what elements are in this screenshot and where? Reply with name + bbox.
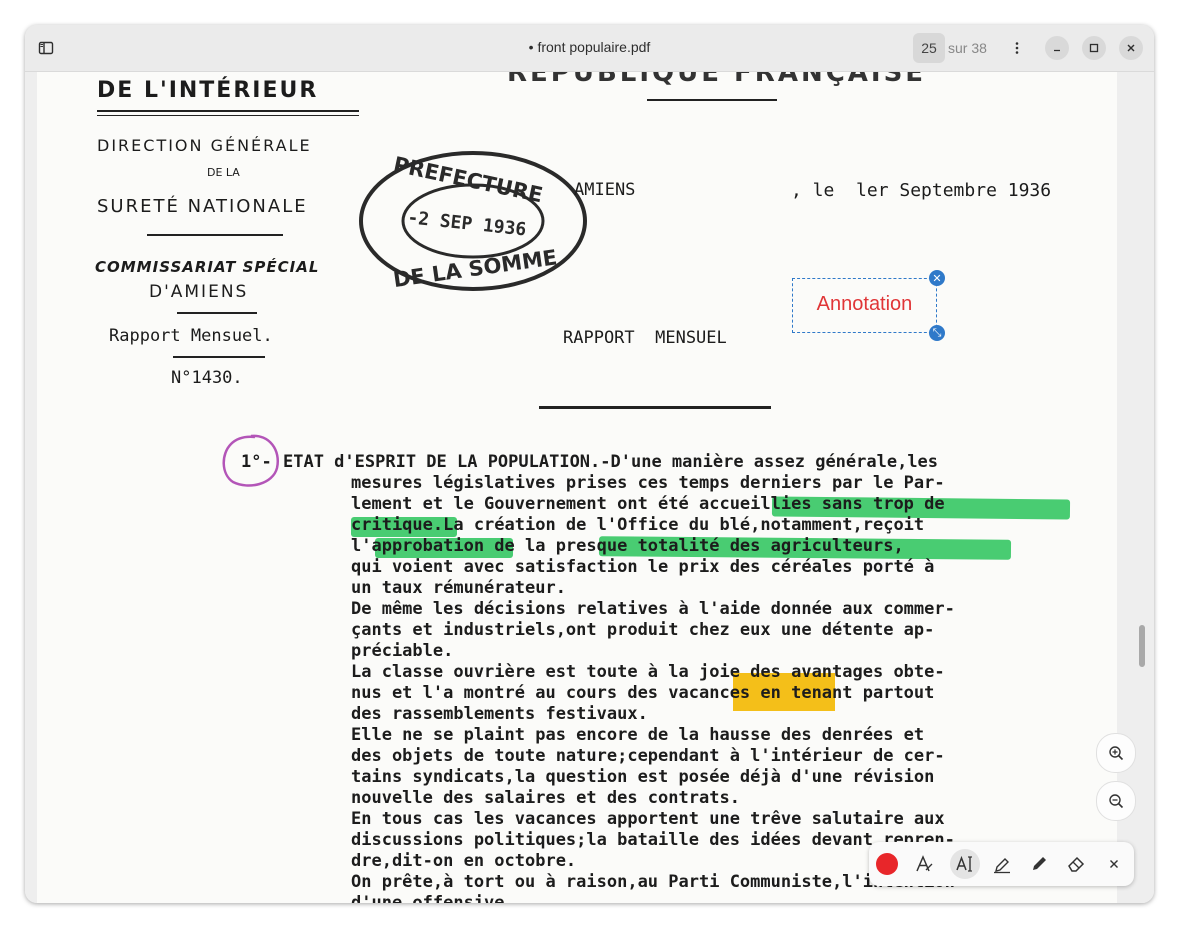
body-line: d'une offensive (351, 893, 505, 903)
prefecture-stamp: PREFECTURE -2 SEP 1936 DE LA SOMME (359, 151, 587, 292)
body-line: On prête,à tort ou à raison,au Parti Com… (351, 872, 955, 892)
place-label: AMIENS (574, 180, 636, 200)
maximize-icon (1089, 43, 1099, 53)
pen-icon (1033, 857, 1046, 870)
body-line: La classe ouvrière est toute à la joie d… (351, 662, 945, 682)
highlight-icon (994, 858, 1010, 874)
zoom-in-button[interactable] (1096, 733, 1136, 773)
current-page-input[interactable]: 25 (913, 33, 945, 63)
eraser-icon (1068, 856, 1085, 872)
text-select-icon (956, 855, 972, 872)
body-line: mesures législatives prises ces temps de… (351, 473, 945, 493)
city-rule (177, 312, 257, 314)
body-line: nouvelle des salaires et des contrats. (351, 788, 740, 808)
surete-rule (147, 234, 283, 236)
report-type-rule (173, 356, 265, 358)
main-menu-button[interactable] (1005, 36, 1029, 60)
title-bar: • front populaire.pdf 25 sur 38 (25, 25, 1154, 72)
city-label: D'AMIENS (149, 282, 249, 302)
body-line: un taux rémunérateur. (351, 578, 566, 598)
ministry-underline-2 (97, 115, 359, 116)
text-style-button[interactable] (909, 849, 939, 879)
highlight-tool-button[interactable] (987, 849, 1017, 879)
pdf-viewer-window: • front populaire.pdf 25 sur 38 RÉPUBLIQ… (25, 25, 1154, 903)
ministry-heading: DE L'INTÉRIEUR (97, 78, 319, 103)
body-line: En tous cas les vacances apportent une t… (351, 809, 945, 829)
zoom-out-button[interactable] (1096, 781, 1136, 821)
resize-annotation-handle[interactable]: ⤡ (929, 325, 945, 341)
direction-label: DIRECTION GÉNÉRALE (97, 136, 312, 155)
close-toolbar-button[interactable] (1099, 849, 1129, 879)
pdf-page: RÉPUBLIQUE FRANÇAISE DE L'INTÉRIEUR DIRE… (37, 72, 1117, 903)
body-line: De même les décisions relatives à l'aide… (351, 599, 955, 619)
report-number-label: N°1430. (171, 368, 243, 388)
report-title: RAPPORT MENSUEL (563, 328, 727, 348)
eraser-tool-button[interactable] (1061, 849, 1091, 879)
republic-header: RÉPUBLIQUE FRANÇAISE (507, 72, 927, 88)
kebab-menu-icon (1015, 42, 1019, 54)
stamp-bottom-text: DE LA SOMME (392, 245, 559, 292)
de-la-label: DE LA (207, 166, 240, 179)
annotation-text[interactable]: Annotation (793, 293, 936, 316)
zoom-in-icon (1109, 746, 1124, 761)
body-line: lement et le Gouvernement ont été accuei… (351, 494, 945, 514)
ministry-underline (97, 110, 359, 112)
body-line: dre,dit-on en octobre. (351, 851, 577, 871)
body-line: qui voient avec satisfaction le prix des… (351, 557, 935, 577)
section-number: 1°- (241, 452, 272, 472)
resize-icon: ⤡ (932, 326, 942, 339)
body-line: nus et l'a montré au cours des vacances … (351, 683, 935, 703)
body-line: çants et industriels,ont produit chez eu… (351, 620, 935, 640)
color-swatch (876, 853, 898, 875)
zoom-out-icon (1109, 794, 1124, 809)
header-rule (647, 99, 777, 101)
body-line: ETAT d'ESPRIT DE LA POPULATION.-D'une ma… (283, 452, 939, 472)
body-line: discussions politiques;la bataille des i… (351, 830, 955, 850)
text-select-button[interactable] (950, 849, 980, 879)
delete-annotation-button[interactable]: ✕ (929, 270, 945, 286)
close-window-button[interactable] (1119, 36, 1143, 60)
page-total-label: sur 38 (948, 40, 987, 56)
text-annotation-box[interactable]: Annotation ✕ ⤡ (792, 270, 945, 341)
surete-label: SURETÉ NATIONALE (97, 196, 308, 217)
close-icon: ✕ (932, 271, 942, 285)
text-style-icon (916, 855, 933, 872)
maximize-button[interactable] (1082, 36, 1106, 60)
document-viewport[interactable]: RÉPUBLIQUE FRANÇAISE DE L'INTÉRIEUR DIRE… (25, 72, 1154, 903)
title-rule (539, 406, 771, 409)
date-line: , le ler Septembre 1936 (791, 180, 1052, 201)
close-icon (1127, 44, 1135, 52)
stamp-date-text: -2 SEP 1936 (406, 207, 527, 240)
close-icon (1110, 860, 1118, 868)
body-line: l'approbation de la presque totalité des… (351, 536, 904, 556)
commissariat-label: COMMISSARIAT SPÉCIAL (95, 258, 320, 276)
body-line: préciable. (351, 641, 454, 661)
minimize-icon (1054, 49, 1060, 52)
body-line: tains syndicats,la question est posée dé… (351, 767, 935, 787)
body-line: critique.La création de l'Office du blé,… (351, 515, 925, 535)
report-type-label: Rapport Mensuel. (109, 326, 273, 346)
pen-tool-button[interactable] (1024, 849, 1054, 879)
minimize-button[interactable] (1045, 36, 1069, 60)
vertical-scrollbar[interactable] (1139, 625, 1145, 667)
annotation-toolbar (869, 842, 1134, 886)
body-line: Elle ne se plaint pas encore de la hauss… (351, 725, 925, 745)
body-line: des rassemblements festivaux. (351, 704, 648, 724)
color-picker-button[interactable] (872, 849, 902, 879)
body-line: des objets de toute nature;cependant à l… (351, 746, 945, 766)
